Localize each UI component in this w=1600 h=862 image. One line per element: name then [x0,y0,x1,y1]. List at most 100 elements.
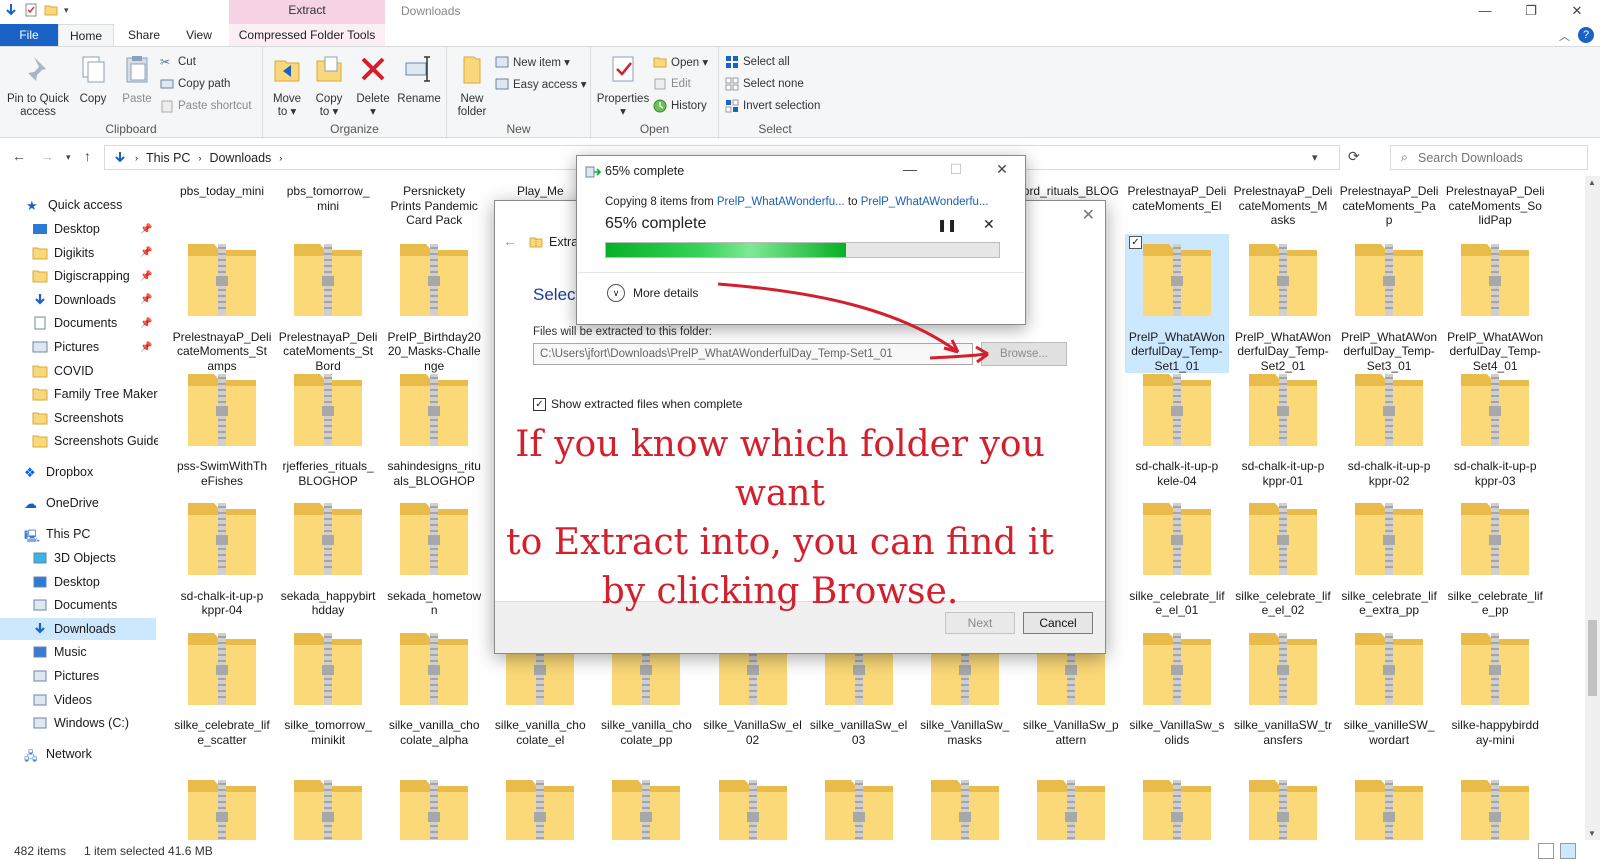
large-icons-view-icon[interactable] [1560,843,1576,859]
pin-icon[interactable]: 📌 [140,271,152,282]
tab-compressed-folder-tools[interactable]: Compressed Folder Tools [229,24,385,46]
qat-dropdown-icon[interactable]: ▾ [64,5,69,16]
selection-checkbox-icon[interactable]: ✓ [1128,236,1142,249]
scrollbar-thumb[interactable] [1588,620,1597,696]
paste-button[interactable]: Paste [116,53,158,106]
file-item[interactable] [913,770,1017,840]
properties-button[interactable]: Properties ▾ [595,53,651,119]
file-item[interactable]: silke_celebrate_lif e_el_01 [1125,493,1229,618]
search-input[interactable] [1418,150,1569,165]
file-item[interactable]: silke_vanilleSW_ wordart [1337,623,1441,748]
file-item[interactable]: silke_celebrate_lif e_extra_pp [1337,493,1441,618]
file-item[interactable] [1125,770,1229,840]
sidebar-pc-item-3d-objects[interactable]: 3D Objects [32,547,116,569]
file-item[interactable]: PrelestnayaP_Deli cateMoments_St amps [170,234,274,373]
rename-button[interactable]: Rename [395,53,443,106]
file-item[interactable]: silke_VanillaSw_s olids [1125,623,1229,748]
chevron-up-icon[interactable]: ︿ [1559,28,1570,44]
pin-icon[interactable]: 📌 [140,342,152,353]
file-item[interactable]: PrelestnayaP_Deli cateMoments_El [1125,184,1229,213]
file-item[interactable]: PrelP_WhatAWon derfulDay_Temp- Set2_01 [1231,234,1335,373]
properties-icon[interactable] [24,3,38,17]
sidebar-network[interactable]: 🖧 Network [24,743,92,765]
sidebar-item-downloads[interactable]: Downloads 📌 [32,289,152,311]
edit-button[interactable]: Edit [653,75,691,93]
file-item[interactable] [382,770,486,840]
file-item[interactable] [276,770,380,840]
sidebar-item-covid[interactable]: COVID [32,360,94,382]
pin-icon[interactable]: 📌 [140,224,152,235]
scroll-up-icon[interactable]: ▲ [1588,178,1596,187]
copy-path-button[interactable]: Copy path [160,75,230,93]
file-item[interactable]: prd_rituals_BLOG [1019,184,1123,199]
new-folder-icon[interactable] [44,3,58,17]
tab-view[interactable]: View [174,24,224,46]
sidebar-pc-item-windows-c-[interactable]: Windows (C:) [32,712,129,734]
vertical-scrollbar[interactable]: ▲ ▼ [1585,176,1600,840]
invert-selection-button[interactable]: Invert selection [725,97,820,115]
file-item[interactable]: pbs_today_mini [170,184,274,199]
pause-icon[interactable]: ❚❚ [937,218,957,232]
maximize-button[interactable]: ☐ [933,156,979,184]
more-details-toggle[interactable]: ∨ More details [607,284,698,302]
file-item[interactable]: sekada_hometow n [382,493,486,618]
file-item[interactable]: silke_celebrate_lif e_pp [1443,493,1547,618]
file-item[interactable]: silke_tomorrow_ minikit [276,623,380,748]
file-item[interactable]: PrelP_WhatAWon derfulDay_Temp- Set4_01 [1443,234,1547,373]
search-box[interactable]: ⌕ [1390,145,1588,170]
sidebar-pc-item-desktop[interactable]: Desktop [32,571,100,593]
file-item[interactable]: Persnickety Prints Pandemic Card Pack [382,184,486,228]
scroll-down-icon[interactable]: ▼ [1588,829,1596,838]
file-item[interactable]: silke-happybirdd ay-mini [1443,623,1547,748]
copy-to-button[interactable]: Copy to ▾ [309,53,349,119]
tab-file[interactable]: File [0,24,58,46]
open-button[interactable]: Open ▾ [653,53,708,71]
select-none-button[interactable]: Select none [725,75,804,93]
pin-to-quick-access-button[interactable]: Pin to Quick access [6,53,70,119]
file-item[interactable]: sd-chalk-it-up-p kppr-02 [1337,364,1441,489]
history-button[interactable]: History [653,97,707,115]
cut-button[interactable]: ✂ Cut [160,53,196,71]
new-folder-button[interactable]: New folder [451,53,493,119]
file-item[interactable]: silke_celebrate_lif e_scatter [170,623,274,748]
file-item[interactable] [1019,770,1123,840]
sidebar-item-digikits[interactable]: Digikits 📌 [32,242,152,264]
move-to-button[interactable]: Move to ▾ [267,53,307,119]
new-item-button[interactable]: New item ▾ [495,53,570,71]
file-item[interactable]: sekada_happybirt hdday [276,493,380,618]
file-item[interactable]: pbs_tomorrow_ mini [276,184,380,213]
back-arrow-icon[interactable]: ← [503,233,517,249]
file-item[interactable]: sd-chalk-it-up-p kppr-03 [1443,364,1547,489]
file-item[interactable]: ✓ PrelP_WhatAWon derfulDay_Temp- Set1_01 [1124,234,1229,373]
help-icon[interactable]: ? [1578,27,1594,43]
file-item[interactable]: PrelP_WhatAWon derfulDay_Temp- Set3_01 [1337,234,1441,373]
refresh-icon[interactable]: ⟳ [1348,148,1360,165]
destination-link[interactable]: PrelP_WhatAWonderfu... [861,196,989,208]
easy-access-button[interactable]: Easy access ▾ [495,75,587,93]
breadcrumb-downloads[interactable]: Downloads [209,151,271,165]
file-item[interactable]: sd-chalk-it-up-p kele-04 [1125,364,1229,489]
sidebar-item-pictures[interactable]: Pictures 📌 [32,336,152,358]
copy-button[interactable]: Copy [74,53,112,106]
source-link[interactable]: PrelP_WhatAWonderfu... [717,196,845,208]
back-arrow-icon[interactable]: ← [12,148,26,164]
file-item[interactable] [1443,770,1547,840]
close-icon[interactable]: ✕ [1082,205,1095,225]
delete-button[interactable]: Delete ▾ [353,53,393,119]
sidebar-item-digiscrapping[interactable]: Digiscrapping 📌 [32,265,152,287]
file-item[interactable] [594,770,698,840]
select-all-button[interactable]: Select all [725,53,790,71]
sidebar-dropbox[interactable]: ❖ Dropbox [24,461,93,483]
file-item[interactable] [1231,770,1335,840]
sidebar-item-desktop[interactable]: Desktop 📌 [32,218,152,240]
file-item[interactable]: silke_vanilla_cho colate_alpha [382,623,486,748]
recent-locations-chevron-icon[interactable]: ▾ [66,152,71,163]
file-item[interactable]: silke_celebrate_lif e_el_02 [1231,493,1335,618]
file-item[interactable]: rjefferies_rituals_ BLOGHOP [276,364,380,489]
show-extracted-files-checkbox[interactable]: ✓ Show extracted files when complete [533,397,742,411]
breadcrumb-this-pc[interactable]: This PC [146,151,190,165]
file-item[interactable]: PrelestnayaP_Deli cateMoments_So lidPap [1443,184,1547,228]
file-item[interactable] [1337,770,1441,840]
sidebar-quick-access[interactable]: ★ Quick access [26,194,122,216]
file-item[interactable]: PrelestnayaP_Deli cateMoments_Pa p [1337,184,1441,228]
